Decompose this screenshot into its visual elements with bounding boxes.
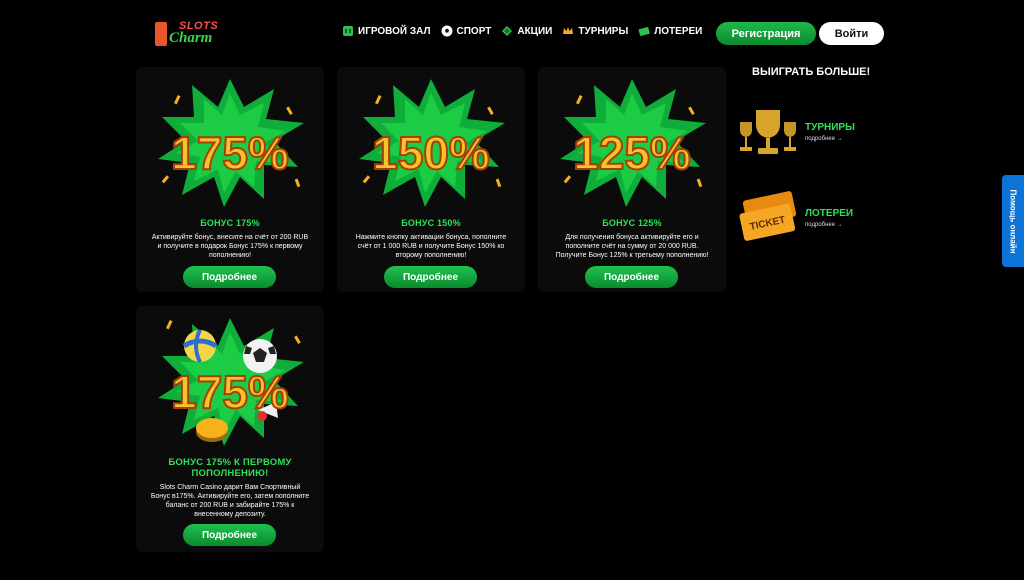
hockey-puck-icon xyxy=(196,418,228,442)
bonus-art: 125% xyxy=(560,79,706,207)
bonus-title-line: БОНУС 175% К ПЕРВОМУ xyxy=(168,457,292,468)
bonus-card: 125% БОНУС 125% Для получения бонуса акт… xyxy=(538,67,726,292)
nav-label: СПОРТ xyxy=(456,25,492,37)
bonus-card: 150% БОНУС 150% Нажмите кнопку активации… xyxy=(337,67,525,292)
bonus-description-line: внесенному депозиту. xyxy=(194,511,266,518)
ticket-icon: TICKET xyxy=(739,191,797,241)
nav-label: ТУРНИРЫ xyxy=(578,25,629,37)
bonus-description-line: Активируйте бонус, внесите на счёт от 20… xyxy=(151,234,309,241)
promo-title: ЛОТЕРЕИ xyxy=(805,208,854,219)
promotions-icon xyxy=(502,26,513,36)
bonus-description-line: Для получения бонуса активируйте его и xyxy=(565,234,699,241)
bonus-art: 150% xyxy=(359,79,505,207)
bonus-description-line: Slots Charm Casino дарит Вам Спортивный xyxy=(159,484,301,491)
logo-text-bottom: Charm xyxy=(169,30,213,46)
bonus-description: Для получения бонуса активируйте его и п… xyxy=(546,233,718,260)
bonus-description-line: баланс от 200 RUB и забирайте 175% к xyxy=(165,502,295,509)
soccer-ball-icon xyxy=(441,25,453,37)
bonus-description-line: Нажмите кнопку активации бонуса, пополни… xyxy=(355,234,507,241)
trophy-icon xyxy=(740,110,796,154)
nav-item-sport[interactable]: СПОРТ xyxy=(441,25,492,37)
promo-more-label: подробнее xyxy=(805,136,836,142)
volleyball-icon xyxy=(182,329,218,363)
bonus-description-line: Бонус в175%. Активируйте его, затем попо… xyxy=(150,493,310,500)
bonus-title-line: ПОПОЛНЕНИЮ! xyxy=(191,468,269,479)
promo-more-label: подробнее xyxy=(805,222,836,228)
promo-more-link[interactable]: подробнее → xyxy=(805,136,843,142)
lotteries-promo[interactable]: TICKET ЛОТЕРЕИ подробнее → xyxy=(736,188,876,248)
bonus-title: БОНУС 150% xyxy=(401,218,461,228)
slots-icon xyxy=(343,26,353,36)
bonus-title: БОНУС 175% xyxy=(200,218,260,228)
bonus-description-line: счёт от 1 000 RUB и получите Бонус 150% … xyxy=(357,243,505,250)
login-button[interactable]: Войти xyxy=(819,22,884,45)
arrow-right-icon: → xyxy=(836,222,843,228)
bonus-description: Slots Charm Casino дарит Вам Спортивный … xyxy=(144,483,316,519)
bonus-art-text: 175% xyxy=(171,366,289,418)
bonus-description-line: Получите Бонус 125% к третьему пополнени… xyxy=(555,252,709,259)
bonus-description-line: второму пополнению! xyxy=(395,252,467,259)
arrow-right-icon: → xyxy=(836,136,843,142)
nav-item-lotteries[interactable]: ЛОТЕРЕИ xyxy=(638,25,702,37)
help-label: Помощь онлайн xyxy=(1008,188,1018,254)
details-button[interactable]: Подробнее xyxy=(183,524,276,546)
help-online-button[interactable]: Помощь онлайн xyxy=(1002,175,1024,267)
bonus-art-text: 125% xyxy=(573,127,691,179)
bonus-description: Нажмите кнопку активации бонуса, пополни… xyxy=(345,233,517,260)
promo-title: ТУРНИРЫ xyxy=(805,122,855,133)
tournaments-promo[interactable]: ТУРНИРЫ подробнее → xyxy=(736,102,876,162)
logo-mark xyxy=(155,22,167,46)
logo[interactable]: SLOTS Charm xyxy=(155,20,225,48)
bonus-title: БОНУС 175% К ПЕРВОМУ ПОПОЛНЕНИЮ! xyxy=(142,457,318,479)
bonus-art: 175% xyxy=(158,318,304,446)
crown-icon xyxy=(563,27,574,34)
nav-label: ЛОТЕРЕИ xyxy=(654,25,703,37)
bonus-art: 175% xyxy=(158,79,304,207)
details-button[interactable]: Подробнее xyxy=(183,266,276,288)
bonus-description-line: и получите в подарок Бонус 175% к первом… xyxy=(157,243,303,250)
register-button[interactable]: Регистрация xyxy=(716,22,816,45)
bonus-description: Активируйте бонус, внесите на счёт от 20… xyxy=(144,233,316,260)
nav-item-tournaments[interactable]: ТУРНИРЫ xyxy=(562,25,628,37)
bonus-description-line: пополните счёт на сумму от 20 000 RUB. xyxy=(565,243,699,250)
nav-item-promotions[interactable]: АКЦИИ xyxy=(501,25,552,37)
details-button[interactable]: Подробнее xyxy=(585,266,678,288)
main-nav: ИГРОВОЙ ЗАЛ СПОРТ АКЦИИ ТУРНИРЫ ЛОТЕРЕИ xyxy=(342,25,702,37)
details-button[interactable]: Подробнее xyxy=(384,266,477,288)
bonus-card: 175% БОНУС 175% Активируйте бонус, внеси… xyxy=(136,67,324,292)
ticket-icon xyxy=(638,27,650,36)
bonus-art-text: 150% xyxy=(372,127,490,179)
bonus-title: БОНУС 125% xyxy=(602,218,662,228)
sport-bonus-card: 175% БОНУС 175% К ПЕРВОМУ ПОПОЛНЕНИЮ! Sl… xyxy=(136,306,324,552)
nav-label: АКЦИИ xyxy=(517,25,553,37)
nav-label: ИГРОВОЙ ЗАЛ xyxy=(358,25,431,37)
promo-more-link[interactable]: подробнее → xyxy=(805,222,843,228)
bonus-description-line: пополнению! xyxy=(208,252,252,259)
bonus-art-text: 175% xyxy=(171,127,289,179)
win-more-heading: ВЫИГРАТЬ БОЛЬШЕ! xyxy=(752,66,871,78)
nav-item-games[interactable]: ИГРОВОЙ ЗАЛ xyxy=(342,25,431,37)
